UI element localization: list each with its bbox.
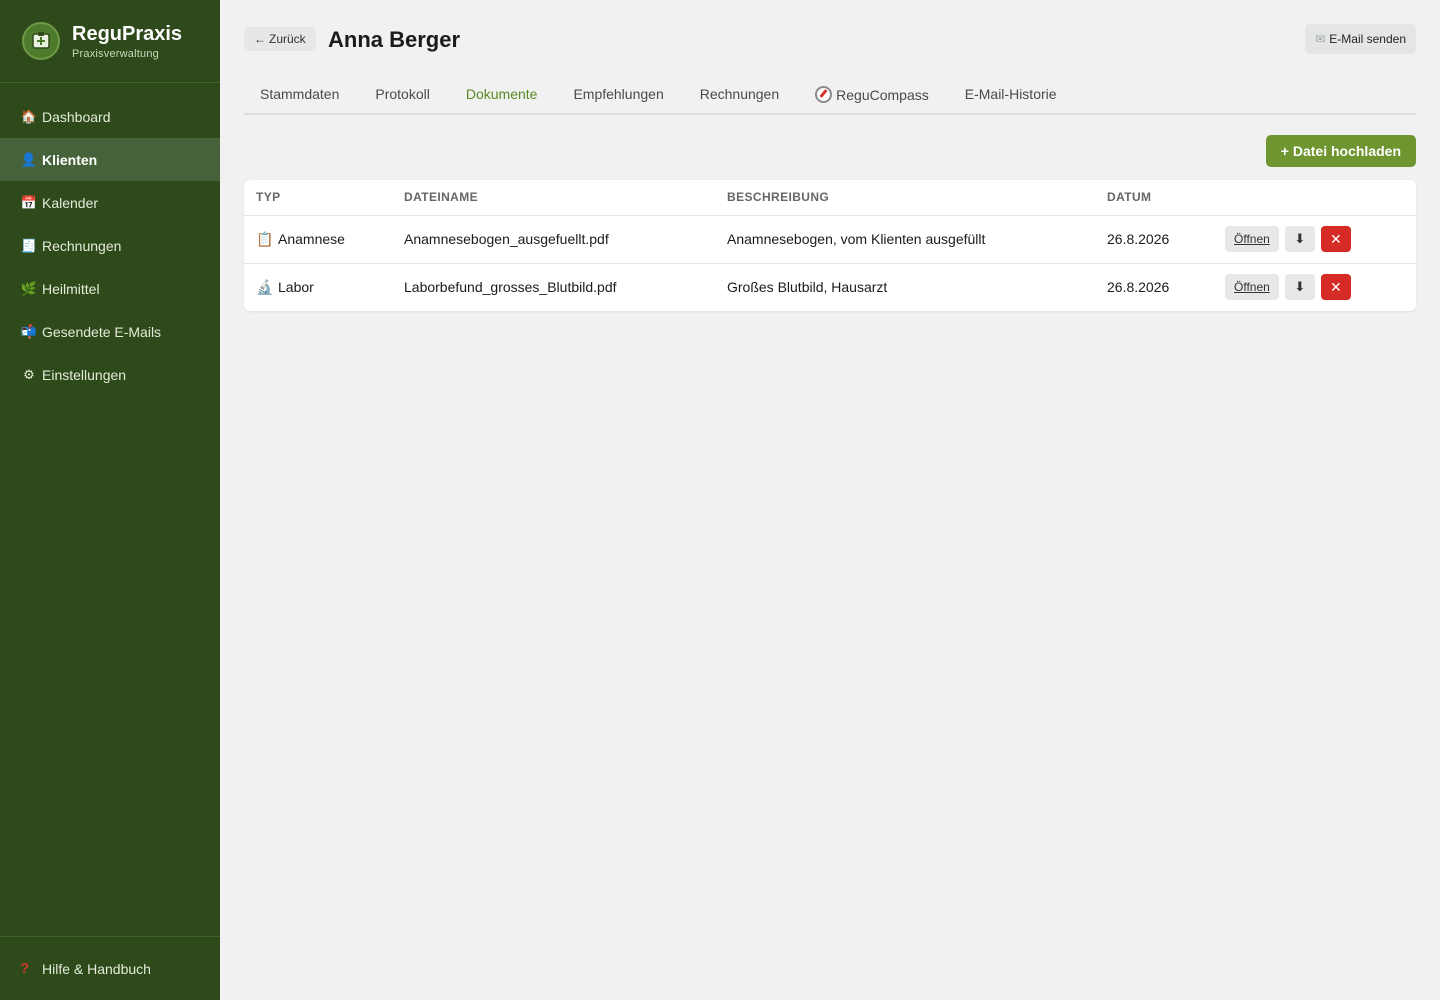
column-header-datum: DATUM (1095, 180, 1213, 216)
question-icon: ? (20, 960, 30, 977)
cell-dateiname: Laborbefund_grosses_Blutbild.pdf (404, 279, 617, 296)
tab-label: Protokoll (375, 86, 430, 102)
tab-label: ReguCompass (836, 86, 929, 103)
herb-icon: 🌿 (20, 281, 38, 296)
download-button[interactable]: ⬇ (1284, 226, 1315, 252)
close-icon: ✕ (1329, 230, 1342, 247)
page-header: ← Zurück Anna Berger ✉ E-Mail senden (244, 0, 1416, 80)
download-icon: ⬇ (1294, 231, 1306, 246)
person-icon: 👤 (20, 152, 38, 167)
typ-label: Anamnese (278, 231, 345, 247)
typ-label: Labor (278, 279, 314, 296)
documents-table-card: TYP DATEINAME BESCHREIBUNG DATUM 📋 Anamn… (244, 180, 1416, 311)
cell-dateiname: Anamnesebogen_ausgefuellt.pdf (392, 215, 715, 264)
main-content: ← Zurück Anna Berger ✉ E-Mail senden Sta… (244, 0, 1416, 311)
calendar-icon: 📅 (20, 195, 38, 210)
delete-button[interactable]: ✕ (1320, 274, 1351, 301)
cell-beschreibung: Anamnesebogen, vom Klienten ausgefüllt (715, 215, 1095, 264)
mailbox-icon: 📬 (20, 324, 38, 339)
column-header-actions (1213, 180, 1416, 216)
tab-stammdaten[interactable]: Stammdaten (260, 80, 339, 102)
tab-label: Stammdaten (260, 86, 340, 102)
cell-datum: 26.8.2026 (1095, 215, 1213, 264)
app-name: ReguPraxis (72, 22, 183, 45)
table-row: 📋 Anamnese Anamnesebogen_ausgefuellt.pdf… (244, 215, 1416, 264)
column-header-typ: TYP (244, 180, 392, 216)
back-label: Zurück (269, 32, 306, 46)
tab-empfehlungen[interactable]: Empfehlungen (573, 80, 663, 102)
delete-button[interactable]: ✕ (1320, 226, 1351, 252)
sidebar-item-label: Heilmittel (42, 280, 100, 297)
brand: ReguPraxis Praxisverwaltung (0, 0, 220, 83)
sidebar-item-rechnungen[interactable]: 🧾 Rechnungen (0, 224, 220, 267)
compass-icon (815, 86, 833, 103)
tab-protokoll[interactable]: Protokoll (375, 80, 429, 102)
cell-typ: 📋 Anamnese (244, 215, 392, 264)
column-header-beschreibung: BESCHREIBUNG (715, 180, 1095, 216)
documents-table: TYP DATEINAME BESCHREIBUNG DATUM 📋 Anamn… (244, 180, 1416, 311)
cell-actions: Öffnen ⬇ ✕ (1213, 263, 1416, 311)
tab-label: Empfehlungen (573, 86, 664, 102)
sidebar-item-label: Einstellungen (42, 366, 127, 383)
help-link[interactable]: ? Hilfe & Handbuch (0, 936, 220, 1000)
microscope-icon: 🔬 (256, 278, 274, 295)
clipboard-icon: 📋 (256, 230, 274, 247)
cell-typ: 🔬 Labor (244, 263, 392, 311)
arrow-left-icon: ← (254, 32, 266, 46)
sidebar-item-label: Rechnungen (42, 237, 122, 254)
sidebar-item-label: Gesendete E-Mails (42, 323, 162, 340)
documents-toolbar: + Datei hochladen (244, 115, 1416, 180)
help-label: Hilfe & Handbuch (42, 960, 151, 977)
open-button[interactable]: Öffnen (1225, 274, 1279, 301)
sidebar-item-kalender[interactable]: 📅 Kalender (0, 181, 220, 224)
app-subtitle: Praxisverwaltung (72, 47, 159, 60)
sidebar-item-label: Dashboard (42, 108, 111, 125)
sidebar-item-label: Klienten (42, 151, 98, 168)
sidebar-item-einstellungen[interactable]: ⚙ Einstellungen (0, 353, 220, 396)
tab-rechnungen[interactable]: Rechnungen (700, 80, 779, 102)
page-title: Anna Berger (328, 27, 461, 52)
sidebar-item-label: Kalender (42, 194, 99, 211)
tab-regucompass[interactable]: ReguCompass (815, 80, 929, 103)
table-header-row: TYP DATEINAME BESCHREIBUNG DATUM (244, 180, 1416, 216)
house-icon: 🏠 (20, 109, 38, 124)
sidebar-item-heilmittel[interactable]: 🌿 Heilmittel (0, 267, 220, 310)
envelope-icon: ✉ (1315, 32, 1326, 46)
app-logo (22, 22, 60, 60)
tab-dokumente[interactable]: Dokumente (466, 80, 538, 102)
cell-actions: Öffnen ⬇ ✕ (1213, 215, 1416, 264)
upload-file-button[interactable]: + Datei hochladen (1265, 135, 1416, 167)
download-icon: ⬇ (1294, 279, 1306, 295)
tab-bar: Stammdaten Protokoll Dokumente Empfehlun… (244, 80, 1416, 115)
sidebar: ReguPraxis Praxisverwaltung 🏠 Dashboard … (0, 0, 220, 1000)
sidebar-item-gesendete-emails[interactable]: 📬 Gesendete E-Mails (0, 310, 220, 353)
close-icon: ✕ (1329, 278, 1342, 295)
send-email-label: E-Mail senden (1329, 32, 1406, 46)
sidebar-item-klienten[interactable]: 👤 Klienten (0, 138, 220, 181)
sidebar-item-dashboard[interactable]: 🏠 Dashboard (0, 95, 220, 138)
open-button[interactable]: Öffnen (1225, 226, 1279, 252)
gear-icon: ⚙ (23, 367, 35, 382)
tab-label: Dokumente (465, 86, 538, 102)
download-button[interactable]: ⬇ (1284, 274, 1315, 301)
tab-label: E-Mail-Historie (964, 86, 1057, 102)
invoice-icon: 🧾 (20, 238, 38, 253)
tab-label: Rechnungen (699, 86, 780, 102)
back-button[interactable]: ← Zurück (244, 27, 316, 51)
send-email-button[interactable]: ✉ E-Mail senden (1305, 24, 1416, 54)
column-header-dateiname: DATEINAME (392, 180, 715, 216)
cell-datum: 26.8.2026 (1107, 279, 1170, 296)
sidebar-nav: 🏠 Dashboard 👤 Klienten 📅 Kalender 🧾 Rech… (0, 83, 220, 396)
cell-beschreibung: Großes Blutbild, Hausarzt (727, 279, 888, 296)
table-row: 🔬 Labor Laborbefund_grosses_Blutbild.pdf… (244, 263, 1416, 311)
tab-email-historie[interactable]: E-Mail-Historie (965, 80, 1057, 102)
